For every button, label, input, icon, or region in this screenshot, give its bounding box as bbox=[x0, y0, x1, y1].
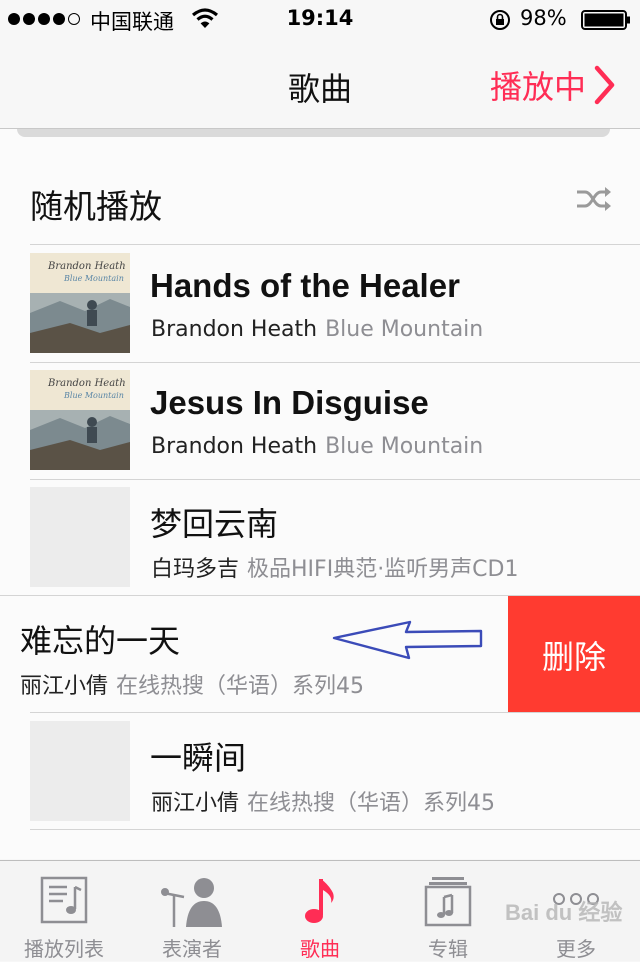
album-artwork-placeholder bbox=[30, 721, 130, 821]
album-icon bbox=[424, 877, 472, 927]
pull-indicator bbox=[17, 129, 610, 137]
svg-text:Blue Mountain: Blue Mountain bbox=[63, 391, 124, 400]
music-note-icon bbox=[305, 879, 334, 923]
song-row-swiped[interactable]: 难忘的一天 丽江小倩 在线热搜（华语）系列45 删除 bbox=[0, 596, 640, 713]
tab-label: 表演者 bbox=[162, 937, 222, 961]
song-subtitle: 白玛多吉 极品HIFI典范·监听男声CD1 bbox=[151, 551, 518, 583]
divider bbox=[30, 829, 640, 830]
chevron-right-icon bbox=[594, 65, 615, 105]
song-title: Hands of the Healer bbox=[150, 267, 460, 304]
svg-text:Blue Mountain: Blue Mountain bbox=[63, 274, 124, 283]
song-subtitle: Brandon Heath Blue Mountain bbox=[151, 434, 483, 459]
song-album: 在线热搜（华语）系列45 bbox=[116, 674, 365, 699]
song-row[interactable]: 梦回云南 白玛多吉 极品HIFI典范·监听男声CD1 bbox=[0, 479, 640, 596]
song-album: 在线热搜（华语）系列45 bbox=[247, 791, 496, 816]
rotation-lock-icon bbox=[490, 10, 510, 30]
song-album: 极品HIFI典范·监听男声CD1 bbox=[247, 557, 519, 582]
artist-icon bbox=[161, 878, 222, 927]
tab-label: 专辑 bbox=[428, 937, 468, 961]
tab-label: 歌曲 bbox=[300, 937, 340, 961]
song-subtitle: 丽江小倩 在线热搜（华语）系列45 bbox=[20, 668, 364, 700]
song-album: Blue Mountain bbox=[325, 317, 484, 342]
annotation-arrow bbox=[332, 620, 483, 660]
song-subtitle: 丽江小倩 在线热搜（华语）系列45 bbox=[151, 785, 495, 817]
tab-songs[interactable]: 歌曲 bbox=[256, 861, 384, 961]
delete-button[interactable]: 删除 bbox=[508, 596, 640, 713]
song-row[interactable]: Brandon Heath Blue Mountain Jesus In Dis… bbox=[0, 362, 640, 479]
song-title: 难忘的一天 bbox=[20, 622, 181, 660]
song-album: Blue Mountain bbox=[325, 434, 484, 459]
song-title: 一瞬间 bbox=[150, 739, 247, 777]
navigation-bar: 歌曲 播放中 bbox=[0, 40, 640, 129]
song-title: Jesus In Disguise bbox=[150, 384, 429, 421]
song-row[interactable]: 一瞬间 丽江小倩 在线热搜（华语）系列45 bbox=[0, 713, 640, 830]
battery-percentage: 98% bbox=[520, 6, 567, 30]
tab-artists[interactable]: 表演者 bbox=[128, 861, 256, 961]
song-artist: 白玛多吉 bbox=[151, 557, 240, 582]
shuffle-row[interactable]: 随机播放 bbox=[0, 162, 640, 242]
tab-label: 更多 bbox=[556, 937, 596, 961]
album-artwork-placeholder bbox=[30, 487, 130, 587]
song-subtitle: Brandon Heath Blue Mountain bbox=[151, 317, 483, 342]
song-artist: 丽江小倩 bbox=[20, 674, 109, 699]
status-bar: 中国联通 19:14 98% bbox=[0, 0, 640, 40]
shuffle-icon bbox=[577, 187, 611, 211]
album-artwork: Brandon Heath Blue Mountain bbox=[30, 253, 130, 353]
song-row[interactable]: Brandon Heath Blue Mountain Hands of the… bbox=[0, 245, 640, 362]
song-artist: 丽江小倩 bbox=[151, 791, 240, 816]
svg-text:Brandon Heath: Brandon Heath bbox=[47, 261, 126, 272]
song-artist: Brandon Heath bbox=[151, 317, 318, 342]
song-artist: Brandon Heath bbox=[151, 434, 318, 459]
song-title: 梦回云南 bbox=[150, 505, 279, 543]
tab-playlists[interactable]: 播放列表 bbox=[0, 861, 128, 961]
svg-text:Brandon Heath: Brandon Heath bbox=[47, 378, 126, 389]
now-playing-label: 播放中 bbox=[489, 68, 586, 106]
watermark: Bai du 经验 bbox=[505, 900, 623, 925]
now-playing-button[interactable]: 播放中 bbox=[490, 62, 616, 108]
album-artwork: Brandon Heath Blue Mountain bbox=[30, 370, 130, 470]
battery-icon bbox=[581, 10, 630, 30]
song-list[interactable]: 随机播放 Brandon Heath Blue Mountain Hands o… bbox=[0, 129, 640, 859]
tab-label: 播放列表 bbox=[24, 937, 104, 961]
tab-albums[interactable]: 专辑 bbox=[384, 861, 512, 961]
shuffle-label: 随机播放 bbox=[30, 187, 162, 226]
playlist-icon bbox=[40, 876, 88, 924]
